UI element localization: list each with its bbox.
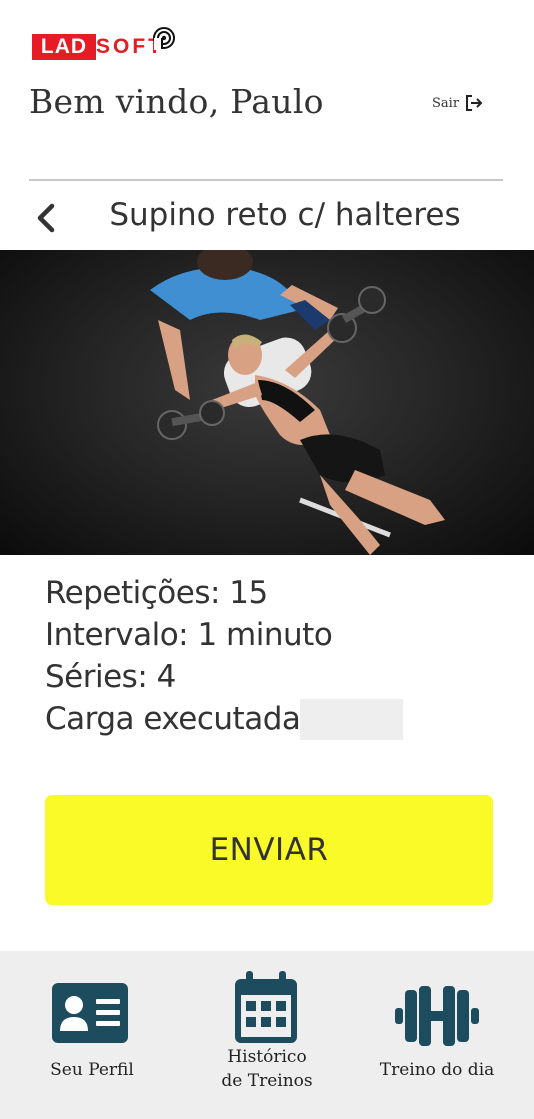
load-input[interactable]	[300, 699, 403, 740]
exercise-title: Supino reto c/ halteres	[109, 197, 461, 233]
repetitions-text: Repetições: 15	[45, 575, 268, 611]
nav-label-profile: Seu Perfil	[50, 1060, 134, 1080]
logout-icon	[466, 95, 483, 111]
logo-lad: LAD	[32, 34, 96, 60]
logout-button[interactable]: Sair	[432, 94, 483, 112]
logo-signal-icon	[153, 27, 175, 50]
chevron-left-icon[interactable]	[32, 200, 60, 236]
welcome-title: Bem vindo, Paulo	[29, 82, 324, 121]
nav-label-history-1: Histórico	[227, 1047, 307, 1067]
interval-text: Intervalo: 1 minuto	[45, 617, 333, 653]
load-label: Carga executada:	[45, 701, 311, 737]
logout-label: Sair	[432, 95, 460, 111]
series-text: Séries: 4	[45, 659, 176, 695]
ladsoft-logo: LAD SOFT	[32, 26, 182, 62]
nav-item-today[interactable]: Treino do dia	[357, 951, 517, 1119]
calendar-icon	[235, 971, 297, 1043]
exercise-photo	[0, 250, 534, 555]
nav-label-history-2: de Treinos	[221, 1071, 313, 1091]
exercise-illustration	[150, 250, 445, 555]
bottom-nav: Seu Perfil Histórico de Treinos Treino d…	[0, 951, 534, 1119]
dumbbell-icon	[395, 986, 479, 1046]
id-card-icon	[52, 983, 128, 1043]
header-divider	[29, 179, 503, 181]
nav-item-profile[interactable]: Seu Perfil	[12, 951, 172, 1119]
send-button[interactable]: ENVIAR	[45, 795, 493, 905]
nav-item-history[interactable]: Histórico de Treinos	[187, 951, 347, 1119]
nav-label-today: Treino do dia	[379, 1060, 495, 1080]
